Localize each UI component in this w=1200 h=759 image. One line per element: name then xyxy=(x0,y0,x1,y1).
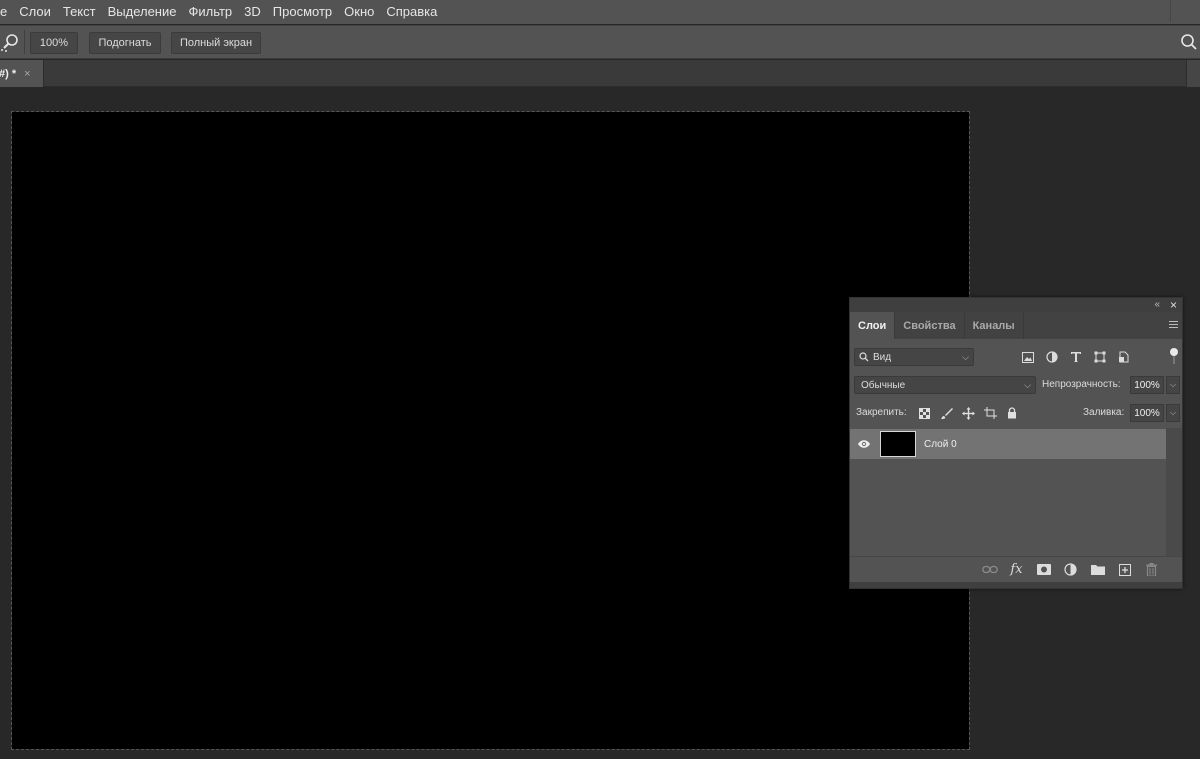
close-icon[interactable]: × xyxy=(24,68,30,80)
lock-transparent-pixels-icon[interactable] xyxy=(916,405,932,421)
document-tab[interactable]: #) * × xyxy=(0,60,44,87)
lock-artboard-icon[interactable] xyxy=(982,405,998,421)
search-icon xyxy=(859,352,869,362)
adjustment-layer-icon[interactable] xyxy=(1062,561,1079,578)
chevron-down-icon: ⌵ xyxy=(1024,380,1031,390)
document-tab-bar: #) * × xyxy=(0,60,1200,87)
tab-bar-scroll[interactable] xyxy=(1186,60,1200,87)
options-bar: 100% Подогнать Полный экран xyxy=(0,25,1200,59)
filter-kind-label: Вид xyxy=(873,351,892,363)
panel-footer: fx xyxy=(850,556,1182,582)
pixel-layer-filter-icon[interactable] xyxy=(1020,349,1036,365)
panel-tabs: Слои Свойства Каналы xyxy=(850,312,1182,339)
blend-mode-value: Обычные xyxy=(861,379,906,391)
menu-item-type[interactable]: Текст xyxy=(57,0,102,24)
add-mask-icon[interactable] xyxy=(1035,561,1052,578)
collapse-icon[interactable]: « xyxy=(1154,298,1160,312)
menu-item-help[interactable]: Справка xyxy=(380,0,443,24)
menu-item-window[interactable]: Окно xyxy=(338,0,380,24)
fill-label: Заливка: xyxy=(1083,407,1125,418)
footer-icons: fx xyxy=(981,561,1160,578)
lock-fill-row: Закрепить: Заливка: 100% ⌵ xyxy=(854,404,1180,424)
link-layers-icon[interactable] xyxy=(981,561,998,578)
layers-scrollbar[interactable] xyxy=(1166,428,1182,556)
zoom-level-field[interactable]: 100% xyxy=(30,32,78,54)
lock-icons xyxy=(916,405,1020,421)
zoom-tool-icon[interactable] xyxy=(0,31,22,53)
blend-opacity-row: Обычные ⌵ Непрозрачность: 100% ⌵ xyxy=(854,376,1180,396)
blend-mode-select[interactable]: Обычные ⌵ xyxy=(854,376,1036,394)
layer-name[interactable]: Слой 0 xyxy=(924,439,957,450)
document-canvas[interactable] xyxy=(11,111,970,750)
folder-icon[interactable] xyxy=(1089,561,1106,578)
filter-kind-select[interactable]: Вид ⌵ xyxy=(854,348,974,366)
menu-item-select[interactable]: Выделение xyxy=(102,0,183,24)
type-layer-filter-icon[interactable] xyxy=(1068,349,1084,365)
menu-item-view[interactable]: Просмотр xyxy=(267,0,338,24)
fx-icon[interactable]: fx xyxy=(1008,561,1025,578)
shape-layer-filter-icon[interactable] xyxy=(1092,349,1108,365)
tab-properties[interactable]: Свойства xyxy=(895,312,965,339)
tab-channels[interactable]: Каналы xyxy=(965,312,1024,339)
lock-label: Закрепить: xyxy=(856,407,907,418)
fullscreen-button[interactable]: Полный экран xyxy=(171,32,261,54)
visibility-eye-icon[interactable] xyxy=(850,429,878,459)
panel-header[interactable]: « × xyxy=(850,298,1182,312)
opacity-dropdown[interactable]: ⌵ xyxy=(1166,376,1180,394)
menu-bar: е Слои Текст Выделение Фильтр 3D Просмот… xyxy=(0,0,1200,24)
layer-filter-row: Вид ⌵ xyxy=(854,348,1180,368)
chevron-down-icon: ⌵ xyxy=(962,352,969,362)
tab-layers[interactable]: Слои xyxy=(850,312,896,339)
layers-list: Слой 0 xyxy=(850,428,1182,556)
menu-item-image[interactable]: е xyxy=(0,0,13,24)
fill-input[interactable]: 100% xyxy=(1130,404,1164,422)
opacity-input[interactable]: 100% xyxy=(1130,376,1164,394)
filter-icons xyxy=(1020,349,1132,365)
lock-image-pixels-icon[interactable] xyxy=(938,405,954,421)
menu-item-filter[interactable]: Фильтр xyxy=(182,0,238,24)
fill-dropdown[interactable]: ⌵ xyxy=(1166,404,1180,422)
lock-position-icon[interactable] xyxy=(960,405,976,421)
layers-panel: « × Слои Свойства Каналы Вид ⌵ Обычные ⌵… xyxy=(849,297,1183,589)
toolbar-divider xyxy=(24,30,25,54)
fit-screen-button[interactable]: Подогнать xyxy=(89,32,161,54)
layer-thumbnail[interactable] xyxy=(880,431,916,457)
window-control[interactable] xyxy=(1170,0,1200,22)
smart-object-filter-icon[interactable] xyxy=(1116,349,1132,365)
close-icon[interactable]: × xyxy=(1170,298,1177,312)
search-icon[interactable] xyxy=(1180,33,1198,51)
layer-row[interactable]: Слой 0 xyxy=(850,429,1166,459)
panel-menu-icon[interactable] xyxy=(1169,321,1178,329)
panel-resize-bar[interactable] xyxy=(850,582,1182,588)
menu-item-3d[interactable]: 3D xyxy=(238,0,267,24)
document-tab-title: #) * xyxy=(0,67,17,80)
menu-item-layers[interactable]: Слои xyxy=(13,0,57,24)
trash-icon[interactable] xyxy=(1143,561,1160,578)
adjustment-layer-filter-icon[interactable] xyxy=(1044,349,1060,365)
lock-all-icon[interactable] xyxy=(1004,405,1020,421)
opacity-label: Непрозрачность: xyxy=(1042,379,1121,390)
new-layer-icon[interactable] xyxy=(1116,561,1133,578)
filter-toggle[interactable] xyxy=(1170,348,1178,366)
